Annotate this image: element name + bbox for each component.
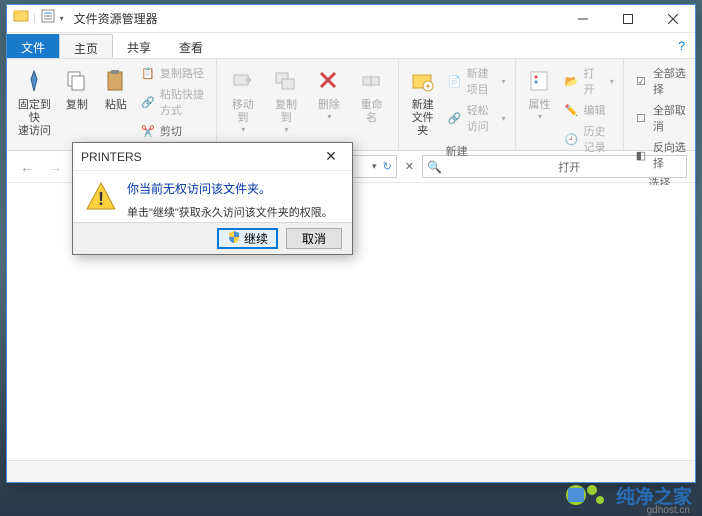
- select-all-button[interactable]: ☑全部选择: [630, 63, 689, 99]
- open-label: 打开: [522, 157, 617, 177]
- search-icon: 🔍: [427, 160, 442, 174]
- window-title: 文件资源管理器: [74, 10, 158, 27]
- watermark-logo-icon: [564, 480, 610, 510]
- titlebar: | ▾ 文件资源管理器: [7, 5, 695, 33]
- qat-sep: |: [33, 13, 36, 24]
- cancel-button[interactable]: 取消: [286, 228, 342, 249]
- invert-selection-button[interactable]: ◧反向选择: [630, 137, 689, 173]
- window-controls: [560, 5, 695, 33]
- new-item-icon: 📄: [447, 73, 463, 89]
- svg-text:!: !: [98, 189, 104, 209]
- dialog-title-text: PRINTERS: [81, 150, 142, 164]
- paste-shortcut-button[interactable]: 🔗粘贴快捷方式: [137, 84, 210, 120]
- delete-icon: [313, 65, 345, 97]
- cut-icon: ✂️: [140, 123, 156, 139]
- quick-access-toolbar: | ▾: [7, 8, 64, 29]
- svg-text:✦: ✦: [424, 82, 431, 91]
- dialog-subtext: 单击"继续"获取永久访问该文件夹的权限。: [127, 204, 333, 220]
- refresh-icon[interactable]: ↻: [383, 160, 392, 173]
- dialog-message: 你当前无权访问该文件夹。: [127, 181, 333, 198]
- select-all-icon: ☑: [633, 73, 649, 89]
- path-icon: 📋: [140, 65, 156, 81]
- easy-access-button[interactable]: 🔗轻松访问▾: [444, 100, 509, 136]
- dialog-close-button[interactable]: ✕: [318, 148, 344, 165]
- explorer-icon: [13, 8, 29, 29]
- move-to-button[interactable]: 移动到▾: [223, 63, 263, 137]
- view-tab[interactable]: 查看: [165, 34, 217, 58]
- new-folder-button[interactable]: ✦ 新建 文件夹: [405, 63, 441, 141]
- help-icon[interactable]: ?: [678, 39, 685, 53]
- ribbon: 固定到快 速访问 复制 粘贴 📋复制路径 🔗粘贴快捷方式 ✂️剪切 剪贴板: [7, 59, 695, 151]
- properties-button[interactable]: 属性▾: [522, 63, 558, 124]
- edit-button[interactable]: ✏️编辑: [561, 100, 617, 120]
- ribbon-tabs: 文件 主页 共享 查看 ?: [7, 33, 695, 59]
- copy-to-button[interactable]: 复制到▾: [266, 63, 306, 137]
- qat-dropdown-icon[interactable]: ▾: [60, 14, 64, 23]
- organize-group: 移动到▾ 复制到▾ 删除▾ 重命名 组织: [217, 59, 399, 150]
- easy-access-icon: 🔗: [447, 110, 463, 126]
- copy-path-button[interactable]: 📋复制路径: [137, 63, 210, 83]
- dialog-body: ! 你当前无权访问该文件夹。 单击"继续"获取永久访问该文件夹的权限。: [73, 171, 352, 230]
- open-icon: 📂: [564, 73, 580, 89]
- copy-icon: [61, 65, 93, 97]
- dialog-titlebar: PRINTERS ✕: [73, 143, 352, 171]
- open-group: 属性▾ 📂打开▾ ✏️编辑 🕘历史记录 打开: [516, 59, 624, 150]
- pin-quick-access-button[interactable]: 固定到快 速访问: [13, 63, 56, 141]
- cut-button[interactable]: ✂️剪切: [137, 121, 210, 141]
- new-folder-icon: ✦: [407, 65, 439, 97]
- maximize-button[interactable]: [605, 5, 650, 33]
- dialog-footer: 继续 取消: [73, 222, 352, 254]
- invert-icon: ◧: [633, 147, 649, 163]
- close-button[interactable]: [650, 5, 695, 33]
- properties-qat-icon[interactable]: [40, 8, 56, 29]
- shortcut-icon: 🔗: [140, 94, 156, 110]
- permission-dialog: PRINTERS ✕ ! 你当前无权访问该文件夹。 单击"继续"获取永久访问该文…: [72, 142, 353, 255]
- new-group: ✦ 新建 文件夹 📄新建项目▾ 🔗轻松访问▾ 新建: [399, 59, 516, 150]
- properties-icon: [524, 65, 556, 97]
- new-label: 新建: [405, 141, 509, 161]
- minimize-button[interactable]: [560, 5, 605, 33]
- watermark: 纯净之家: [564, 480, 692, 510]
- statusbar: [7, 460, 695, 482]
- open-button[interactable]: 📂打开▾: [561, 63, 617, 99]
- pin-icon: [18, 65, 50, 97]
- move-icon: [227, 65, 259, 97]
- home-tab[interactable]: 主页: [59, 34, 113, 58]
- paste-button[interactable]: 粘贴: [98, 63, 134, 114]
- edit-icon: ✏️: [564, 102, 580, 118]
- copy-button[interactable]: 复制: [59, 63, 95, 114]
- continue-button[interactable]: 继续: [217, 228, 278, 249]
- select-none-icon: ☐: [633, 110, 649, 126]
- share-tab[interactable]: 共享: [113, 34, 165, 58]
- select-none-button[interactable]: ☐全部取消: [630, 100, 689, 136]
- history-button[interactable]: 🕘历史记录: [561, 121, 617, 157]
- copy-to-icon: [270, 65, 302, 97]
- rename-button[interactable]: 重命名: [351, 63, 391, 127]
- shield-icon: [227, 230, 241, 247]
- delete-button[interactable]: 删除▾: [309, 63, 348, 124]
- history-icon: 🕘: [564, 131, 580, 147]
- paste-icon: [100, 65, 132, 97]
- watermark-text: 纯净之家: [616, 482, 692, 509]
- rename-icon: [356, 65, 388, 97]
- new-item-button[interactable]: 📄新建项目▾: [444, 63, 509, 99]
- clipboard-group: 固定到快 速访问 复制 粘贴 📋复制路径 🔗粘贴快捷方式 ✂️剪切 剪贴板: [7, 59, 217, 150]
- address-dropdown-icon[interactable]: ▾: [372, 161, 377, 172]
- address-close-icon[interactable]: ✕: [401, 160, 418, 173]
- warning-icon: !: [85, 181, 117, 213]
- select-group: ☑全部选择 ☐全部取消 ◧反向选择 选择: [624, 59, 695, 150]
- file-tab[interactable]: 文件: [7, 34, 59, 58]
